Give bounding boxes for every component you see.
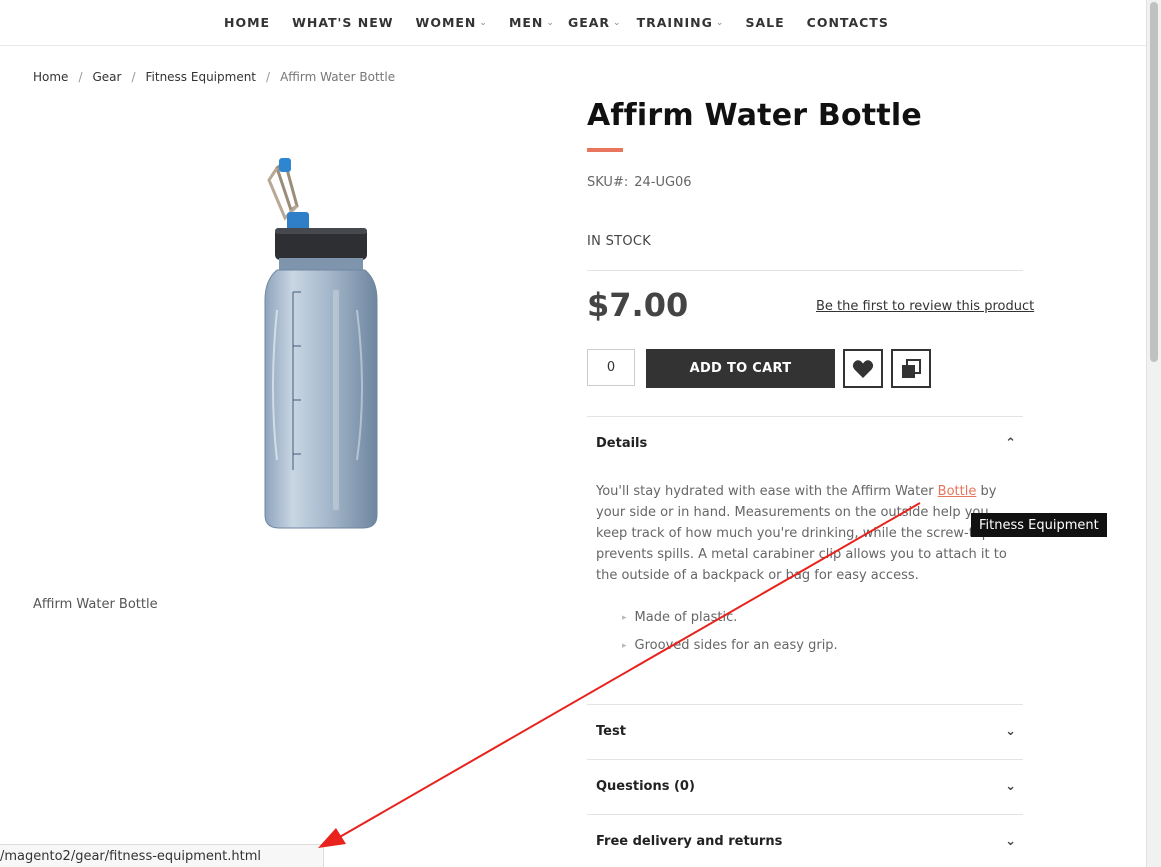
details-text-start: You'll stay hydrated with ease with the … — [596, 484, 938, 499]
breadcrumb-separator: / — [266, 70, 271, 84]
breadcrumb-gear[interactable]: Gear — [92, 70, 121, 84]
divider — [587, 270, 1023, 271]
breadcrumb-separator: / — [78, 70, 83, 84]
add-to-cart-button[interactable]: ADD TO CART — [646, 349, 835, 388]
nav-item-sale[interactable]: SALE — [745, 15, 784, 30]
nav-item-home[interactable]: HOME — [224, 15, 270, 30]
chevron-down-icon: ⌄ — [613, 17, 621, 28]
nav-item-label: SALE — [745, 15, 785, 30]
heart-icon — [852, 359, 874, 378]
chevron-down-icon: ⌄ — [1005, 724, 1016, 739]
accordion-title: Free delivery and returns — [596, 834, 783, 849]
sku-label: SKU#: — [587, 175, 629, 190]
accordion-title: Questions (0) — [596, 779, 695, 794]
bullet-text: Grooved sides for an easy grip. — [634, 638, 838, 653]
breadcrumb-home[interactable]: Home — [33, 70, 68, 84]
divider — [587, 759, 1023, 760]
bullet-icon: ▸ — [622, 641, 627, 651]
details-description: You'll stay hydrated with ease with the … — [596, 481, 1016, 586]
accordion-questions-header[interactable]: Questions (0) ⌄ — [596, 779, 1016, 794]
divider — [587, 704, 1023, 705]
nav-item-label: WOMEN — [415, 15, 477, 30]
accordion-title: Test — [596, 724, 626, 739]
scrollbar-thumb[interactable] — [1150, 2, 1158, 362]
review-link[interactable]: Be the first to review this product — [816, 299, 1034, 314]
bullet-icon: ▸ — [622, 613, 627, 623]
nav-item-label: GEAR — [567, 15, 611, 30]
nav-item-training[interactable]: TRAINING ⌄ — [637, 15, 724, 30]
top-navigation: HOME WHAT'S NEW WOMEN ⌄ MEN ⌄ GEAR ⌄ TRA… — [0, 0, 1147, 46]
title-accent-bar — [587, 148, 623, 152]
product-price: $7.00 — [587, 286, 689, 324]
chevron-down-icon: ⌄ — [1005, 834, 1016, 849]
sku-value: 24-UG06 — [634, 175, 692, 190]
accordion-test-header[interactable]: Test ⌄ — [596, 724, 1016, 739]
bullet-text: Made of plastic. — [634, 610, 738, 625]
list-item: ▸ Grooved sides for an easy grip. — [622, 632, 838, 660]
breadcrumb-separator: / — [131, 70, 136, 84]
breadcrumb-current: Affirm Water Bottle — [280, 70, 396, 84]
accordion-title: Details — [596, 436, 648, 451]
nav-item-whats-new[interactable]: WHAT'S NEW — [292, 15, 393, 30]
chevron-down-icon: ⌄ — [1005, 779, 1016, 794]
chevron-down-icon: ⌄ — [546, 17, 554, 28]
chevron-down-icon: ⌄ — [715, 17, 724, 28]
compare-button[interactable] — [891, 349, 931, 388]
nav-menu: HOME WHAT'S NEW WOMEN ⌄ MEN ⌄ GEAR ⌄ TRA… — [224, 0, 889, 45]
product-title: Affirm Water Bottle — [587, 98, 922, 133]
list-item: ▸ Made of plastic. — [622, 604, 838, 632]
compare-icon — [902, 358, 921, 378]
divider — [587, 814, 1023, 815]
stock-status: IN STOCK — [587, 234, 652, 249]
nav-item-label: CONTACTS — [806, 15, 889, 30]
browser-status-bar: /magento2/gear/fitness-equipment.html — [0, 844, 324, 867]
details-bullets: ▸ Made of plastic. ▸ Grooved sides for a… — [622, 604, 838, 660]
product-sku: SKU#: 24-UG06 — [587, 175, 692, 190]
water-bottle-image — [264, 158, 378, 529]
accordion-delivery-header[interactable]: Free delivery and returns ⌄ — [596, 834, 1016, 849]
status-url: /magento2/gear/fitness-equipment.html — [0, 848, 261, 864]
nav-item-label: HOME — [224, 15, 271, 30]
chevron-down-icon: ⌄ — [479, 17, 487, 28]
link-tooltip: Fitness Equipment — [971, 513, 1107, 537]
breadcrumb-fitness-equipment[interactable]: Fitness Equipment — [146, 70, 257, 84]
gallery-caption: Affirm Water Bottle — [33, 597, 158, 612]
nav-item-men[interactable]: MEN ⌄ — [509, 15, 554, 30]
quantity-input[interactable]: 0 — [587, 349, 635, 386]
nav-item-gear[interactable]: GEAR ⌄ — [568, 15, 621, 30]
product-image[interactable] — [225, 140, 425, 540]
wishlist-button[interactable] — [843, 349, 883, 388]
page-scrollbar[interactable] — [1146, 0, 1161, 867]
breadcrumb: Home / Gear / Fitness Equipment / Affirm… — [33, 70, 395, 84]
nav-item-contacts[interactable]: CONTACTS — [807, 15, 889, 30]
nav-item-label: WHAT'S NEW — [292, 15, 394, 30]
nav-item-label: MEN — [508, 15, 544, 30]
nav-item-women[interactable]: WOMEN ⌄ — [416, 15, 487, 30]
chevron-up-icon: ⌃ — [1005, 436, 1016, 451]
nav-item-label: TRAINING — [636, 15, 713, 30]
accordion-details-header[interactable]: Details ⌃ — [596, 436, 1016, 451]
divider — [587, 416, 1023, 417]
details-link-bottle[interactable]: Bottle — [938, 484, 977, 499]
